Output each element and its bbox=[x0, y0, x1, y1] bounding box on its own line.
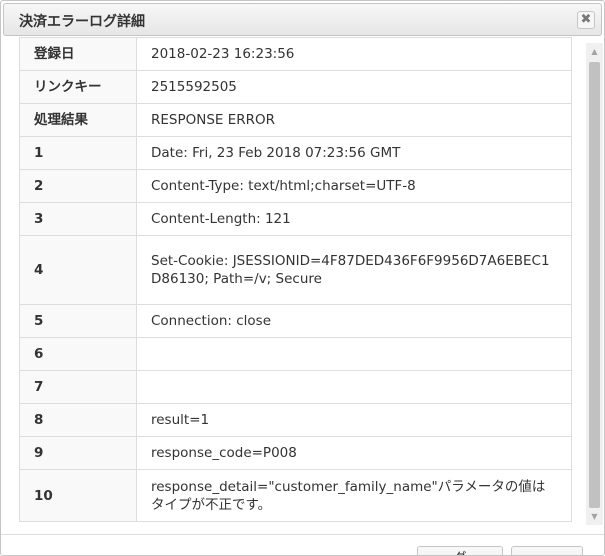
table-row: 4 Set-Cookie: JSESSIONID=4F87DED436F6F995… bbox=[19, 235, 572, 305]
table-row: 2 Content-Type: text/html;charset=UTF-8 bbox=[19, 169, 572, 203]
table-row: 3 Content-Length: 121 bbox=[19, 202, 572, 236]
vertical-scrollbar[interactable]: ▲ ▼ bbox=[586, 43, 603, 525]
table-row: 9 response_code=P008 bbox=[19, 436, 572, 470]
footer-button-1[interactable]: ダ bbox=[417, 546, 503, 555]
table-row: 5 Connection: close bbox=[19, 304, 572, 338]
scroll-down-arrow-icon[interactable]: ▼ bbox=[586, 508, 603, 525]
row-key: 5 bbox=[19, 304, 137, 338]
row-key: 4 bbox=[19, 235, 137, 305]
row-value: RESPONSE ERROR bbox=[136, 103, 572, 137]
row-key: リンクキー bbox=[19, 70, 137, 104]
row-key: 7 bbox=[19, 370, 137, 404]
row-value: 2018-02-23 16:23:56 bbox=[136, 37, 572, 71]
row-value: Date: Fri, 23 Feb 2018 07:23:56 GMT bbox=[136, 136, 572, 170]
row-key: 処理結果 bbox=[19, 103, 137, 137]
row-value: 2515592505 bbox=[136, 70, 572, 104]
row-value: Content-Type: text/html;charset=UTF-8 bbox=[136, 169, 572, 203]
footer-button-2[interactable] bbox=[511, 546, 583, 555]
row-value: Connection: close bbox=[136, 304, 572, 338]
row-key: 1 bbox=[19, 136, 137, 170]
dialog-content: 登録日 2018-02-23 16:23:56 リンクキー 2515592505 処… bbox=[1, 37, 604, 533]
table-row: リンクキー 2515592505 bbox=[19, 70, 572, 104]
error-log-dialog: 決済エラーログ詳細 ✖ 登録日 2018-02-23 16:23:56 リンクキー… bbox=[0, 0, 605, 556]
scrollbar-thumb[interactable] bbox=[589, 62, 600, 508]
table-row: 8 result=1 bbox=[19, 403, 572, 437]
row-value: Content-Length: 121 bbox=[136, 202, 572, 236]
row-key: 10 bbox=[19, 469, 137, 522]
table-row: 登録日 2018-02-23 16:23:56 bbox=[19, 37, 572, 71]
log-detail-table: 登録日 2018-02-23 16:23:56 リンクキー 2515592505 処… bbox=[19, 37, 572, 522]
footer-divider bbox=[1, 534, 604, 535]
dialog-titlebar[interactable]: 決済エラーログ詳細 ✖ bbox=[3, 3, 602, 36]
row-value: response_code=P008 bbox=[136, 436, 572, 470]
close-icon[interactable]: ✖ bbox=[577, 11, 595, 29]
row-key: 8 bbox=[19, 403, 137, 437]
table-row: 7 bbox=[19, 370, 572, 404]
row-key: 6 bbox=[19, 337, 137, 371]
table-row: 1 Date: Fri, 23 Feb 2018 07:23:56 GMT bbox=[19, 136, 572, 170]
row-key: 登録日 bbox=[19, 37, 137, 71]
row-value: response_detail="customer_family_name"パラ… bbox=[136, 469, 572, 522]
row-key: 9 bbox=[19, 436, 137, 470]
dialog-title: 決済エラーログ詳細 bbox=[19, 14, 145, 30]
row-key: 2 bbox=[19, 169, 137, 203]
row-value: result=1 bbox=[136, 403, 572, 437]
row-key: 3 bbox=[19, 202, 137, 236]
scroll-up-arrow-icon[interactable]: ▲ bbox=[586, 43, 603, 60]
table-row: 6 bbox=[19, 337, 572, 371]
row-value bbox=[136, 337, 572, 371]
row-value: Set-Cookie: JSESSIONID=4F87DED436F6F9956… bbox=[136, 235, 572, 305]
table-row: 10 response_detail="customer_family_name"… bbox=[19, 469, 572, 522]
row-value bbox=[136, 370, 572, 404]
table-row: 処理結果 RESPONSE ERROR bbox=[19, 103, 572, 137]
